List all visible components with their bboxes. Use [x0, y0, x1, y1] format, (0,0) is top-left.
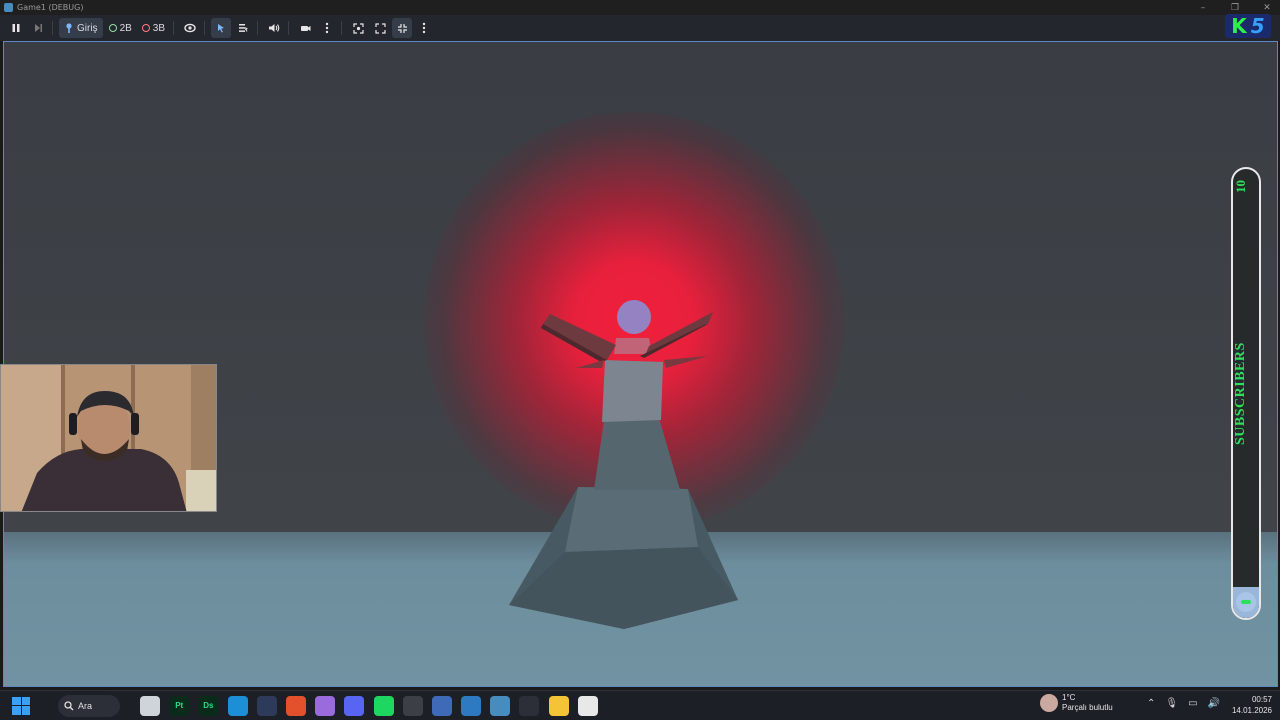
- gauge-knob: [1236, 592, 1256, 612]
- circle-icon: [141, 24, 150, 32]
- separator: [341, 21, 343, 35]
- network-icon[interactable]: ▭: [1188, 698, 1197, 709]
- next-frame-icon: [35, 24, 42, 32]
- chatgpt-icon[interactable]: [519, 695, 540, 716]
- system-tray: ⌃ 🎙 ▭ 🔊: [1147, 698, 1220, 709]
- ds-app-icon[interactable]: Ds: [198, 695, 219, 716]
- channel-logo: K 5: [1225, 14, 1271, 38]
- godot-icon: [4, 3, 13, 12]
- clock[interactable]: 00:57 14.01.2026: [1224, 694, 1272, 716]
- list-select-button[interactable]: [233, 18, 253, 38]
- app-icon[interactable]: [461, 695, 482, 716]
- cursor-icon: [218, 24, 225, 33]
- subscriber-goal-gauge: 10 SUBSCRIBERS: [1231, 167, 1261, 620]
- mode-2d-label: 2B: [119, 22, 132, 34]
- start-button[interactable]: [12, 696, 30, 715]
- fullscreen-button[interactable]: [370, 18, 390, 38]
- brave-icon[interactable]: [285, 695, 306, 716]
- separator: [288, 21, 290, 35]
- weather-desc: Parçalı bulutlu: [1062, 703, 1113, 712]
- camera-override-button[interactable]: [295, 18, 315, 38]
- screen: Game1 (DEBUG) – ❐ ✕ Giriş 2B 3B K 5 10 S…: [0, 0, 1280, 720]
- webcam-overlay: [0, 364, 217, 512]
- audio-button[interactable]: [264, 18, 284, 38]
- weather-widget[interactable]: 1°C Parçalı bulutlu: [1040, 693, 1113, 713]
- separator: [204, 21, 206, 35]
- focus-frame-icon: [352, 22, 364, 34]
- app-icon[interactable]: [431, 695, 452, 716]
- chat-app-icon[interactable]: [315, 695, 336, 716]
- restore-button[interactable]: ❐: [1230, 3, 1240, 13]
- circle-icon: [108, 24, 117, 32]
- pause-icon: [12, 24, 20, 32]
- volume-icon[interactable]: 🔊: [1208, 698, 1220, 709]
- eye-icon: [184, 23, 196, 33]
- mode-3d-button[interactable]: 3B: [138, 18, 169, 38]
- taskbar-search[interactable]: Ara: [58, 694, 120, 717]
- kebab-menu-icon: [422, 22, 426, 34]
- input-mode-label: Giriş: [77, 22, 98, 34]
- spotify-icon[interactable]: [373, 695, 394, 716]
- chevron-up-icon[interactable]: ⌃: [1147, 698, 1155, 709]
- app-icon[interactable]: [256, 695, 277, 716]
- collapse-icon: [397, 23, 407, 33]
- mode-3d-label: 3B: [152, 22, 166, 34]
- app-icon[interactable]: [577, 695, 598, 716]
- mode-2d-button[interactable]: 2B: [105, 18, 136, 38]
- weather-icon: [1040, 694, 1058, 712]
- screenshot-button[interactable]: [348, 18, 368, 38]
- embed-window-button[interactable]: [392, 18, 413, 38]
- edge-icon[interactable]: [227, 695, 248, 716]
- joystick-icon: [66, 22, 72, 33]
- separator: [257, 21, 259, 35]
- streamer-video: [1, 365, 216, 511]
- input-mode-button[interactable]: Giriş: [59, 18, 103, 38]
- windows-logo-icon: [12, 696, 21, 705]
- godot-icon[interactable]: [490, 695, 511, 716]
- subscriber-label: SUBSCRIBERS: [1233, 342, 1248, 446]
- game-debug-toolbar: Giriş 2B 3B: [0, 15, 1280, 41]
- camera-icon: [300, 26, 311, 31]
- select-button[interactable]: [211, 18, 232, 38]
- clock-time: 00:57: [1251, 695, 1272, 704]
- taskbar-apps: Pt Ds: [140, 695, 607, 716]
- more-options-button[interactable]: [317, 18, 337, 38]
- window-controls: – ❐ ✕: [1198, 0, 1272, 15]
- list-icon: [238, 24, 248, 32]
- folder-icon[interactable]: [548, 695, 569, 716]
- clock-date: 14.01.2026: [1231, 706, 1272, 715]
- weather-temp: 1°C: [1062, 693, 1076, 702]
- visibility-button[interactable]: [180, 18, 200, 38]
- subscriber-count: 10: [1233, 180, 1248, 194]
- window-titlebar: Game1 (DEBUG) – ❐ ✕: [0, 0, 1280, 15]
- search-icon: [64, 700, 74, 710]
- separator: [52, 21, 53, 35]
- separator: [173, 21, 175, 35]
- microphone-icon[interactable]: 🎙: [1165, 698, 1178, 709]
- window-title: Game1 (DEBUG): [17, 3, 84, 12]
- search-label: Ara: [78, 700, 93, 711]
- windows-taskbar: Ara Pt Ds 1°C Parçalı bulutlu ⌃ 🎙 ▭ 🔊 00:…: [0, 690, 1280, 720]
- app-icon[interactable]: [402, 695, 423, 716]
- discord-icon[interactable]: [344, 695, 365, 716]
- file-explorer-icon[interactable]: [140, 695, 160, 716]
- next-frame-button[interactable]: [28, 18, 48, 38]
- logo-letter: K: [1231, 14, 1247, 38]
- kebab-menu-icon: [325, 22, 329, 34]
- pt-app-icon[interactable]: Pt: [169, 695, 190, 716]
- expand-icon: [374, 22, 386, 34]
- pause-button[interactable]: [6, 18, 26, 38]
- speaker-icon: [269, 24, 280, 32]
- toolbar-menu-button[interactable]: [414, 18, 434, 38]
- minimize-button[interactable]: –: [1198, 3, 1208, 13]
- close-button[interactable]: ✕: [1262, 3, 1272, 13]
- logo-number: 5: [1250, 14, 1265, 38]
